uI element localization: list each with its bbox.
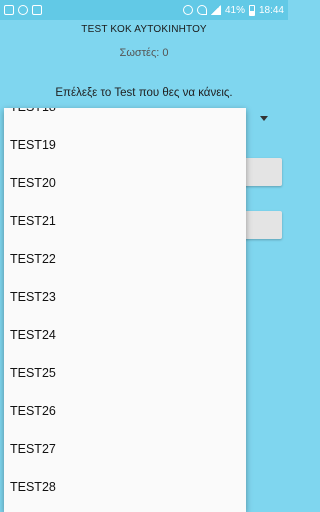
dropdown-item[interactable]: TEST20 <box>4 164 246 202</box>
dropdown-item[interactable]: TEST28 <box>4 468 246 506</box>
dropdown-item[interactable]: TEST19 <box>4 126 246 164</box>
dropdown-item[interactable]: TEST26 <box>4 392 246 430</box>
wifi-icon <box>196 5 207 15</box>
battery-percent: 41% <box>224 4 245 16</box>
image-icon <box>4 5 14 15</box>
dropdown-item[interactable]: TEST24 <box>4 316 246 354</box>
dropdown-item[interactable]: TEST18 <box>4 108 246 126</box>
app-icon <box>32 5 42 15</box>
score-label: Σωστές: 0 <box>119 47 169 59</box>
test-dropdown-list: TEST18TEST19TEST20TEST21TEST22TEST23TEST… <box>4 108 246 506</box>
dropdown-item[interactable]: TEST23 <box>4 278 246 316</box>
dropdown-item[interactable]: TEST27 <box>4 430 246 468</box>
signal-icon <box>210 5 221 15</box>
dropdown-item[interactable]: TEST22 <box>4 240 246 278</box>
prompt-label: Επέλεξε το Test που θες να κάνεις. <box>55 87 233 99</box>
clock: 18:44 <box>258 4 284 16</box>
spinner-arrow-icon[interactable] <box>260 116 268 121</box>
status-right: 41% 18:44 <box>182 4 284 16</box>
alarm-icon <box>182 5 193 15</box>
test-dropdown-popup[interactable]: TEST18TEST19TEST20TEST21TEST22TEST23TEST… <box>4 108 246 512</box>
check-icon <box>18 5 28 15</box>
background-button-1[interactable] <box>240 158 282 186</box>
battery-icon <box>248 4 255 16</box>
background-button-2[interactable] <box>240 211 282 239</box>
app-title: TEST ΚΟΚ ΑΥΤΟΚΙΝΗΤΟΥ <box>81 24 207 35</box>
status-bar: 41% 18:44 <box>0 0 288 20</box>
dropdown-item[interactable]: TEST25 <box>4 354 246 392</box>
dropdown-item[interactable]: TEST21 <box>4 202 246 240</box>
status-left <box>4 5 42 15</box>
